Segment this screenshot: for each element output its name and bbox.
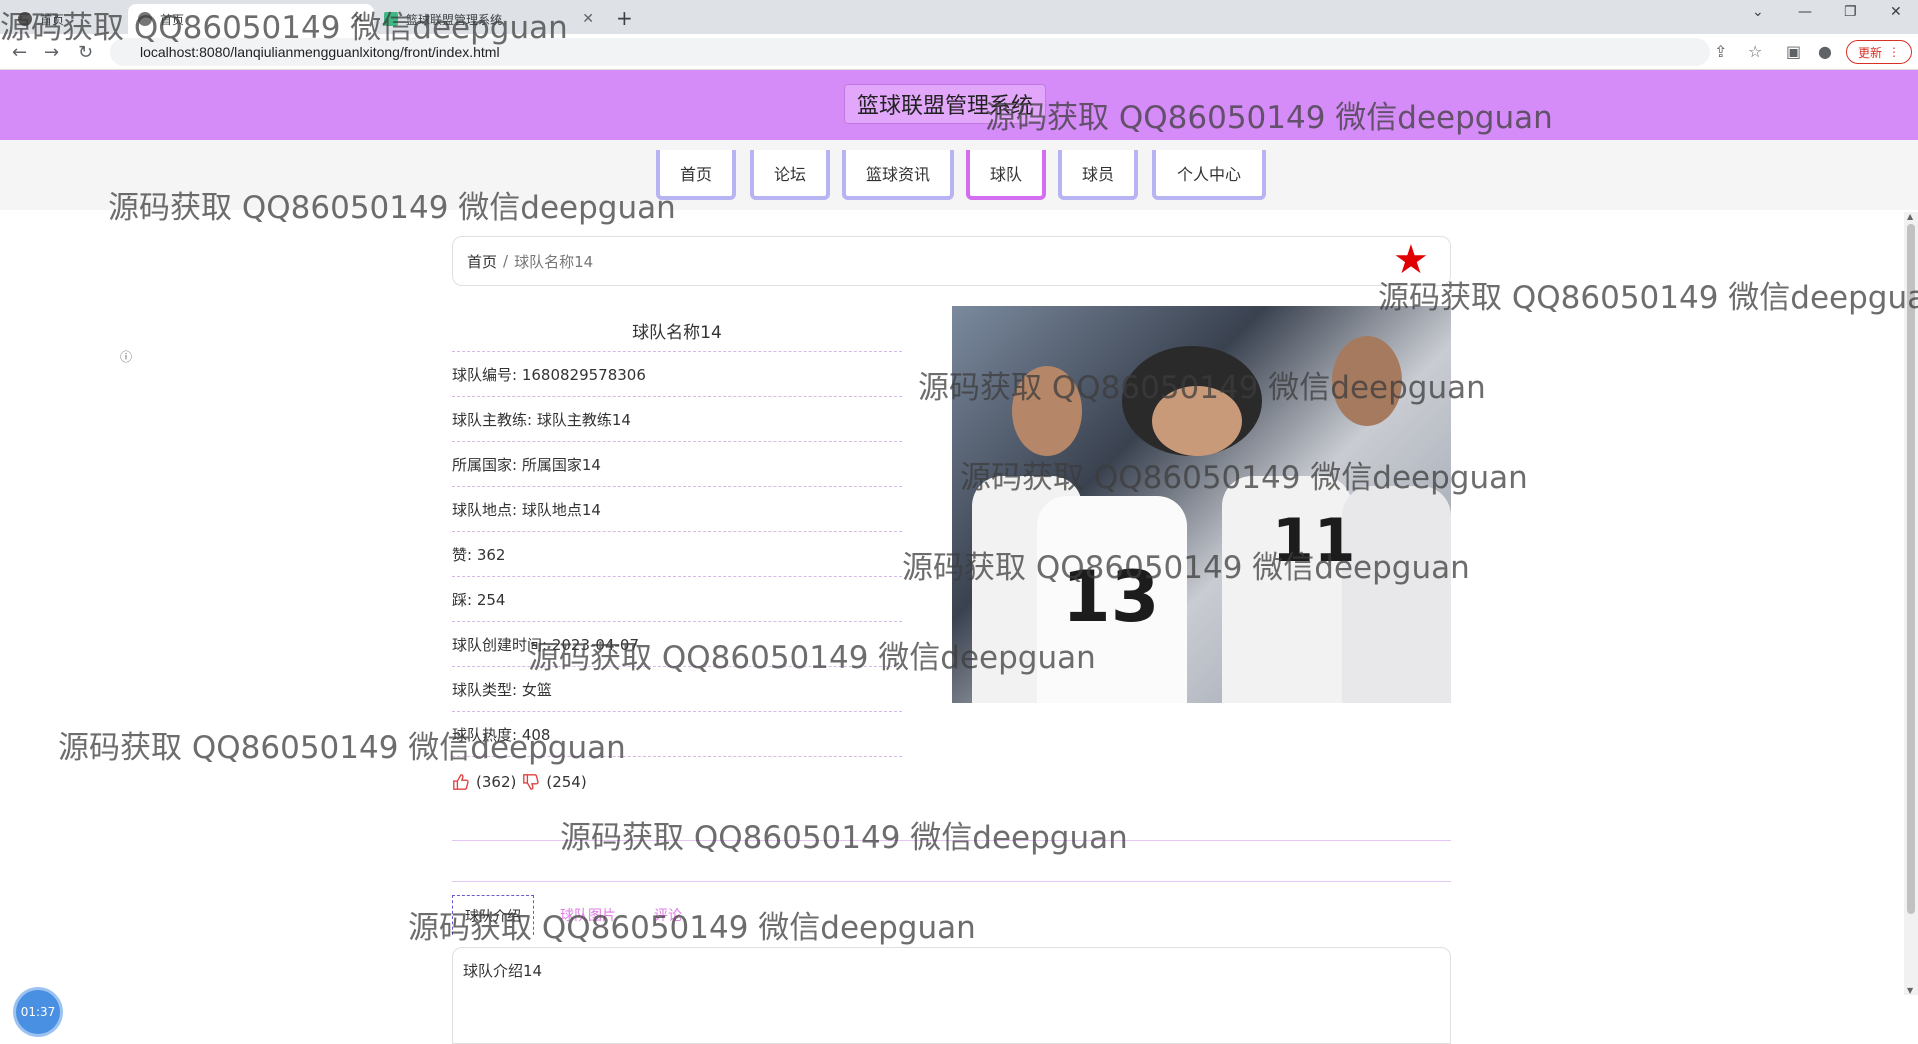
reload-icon[interactable]: ↻ <box>78 42 93 63</box>
site-title: 篮球联盟管理系统 <box>844 84 1047 124</box>
recording-timer: 01:37 <box>16 990 60 1034</box>
thumbs-up-icon[interactable] <box>452 773 470 791</box>
photo-detail <box>1152 386 1242 456</box>
page-scrollbar[interactable]: ▲ ▼ <box>1904 212 1918 995</box>
address-bar-row: ← → ↻ ⓘ localhost:8080/lanqiulianmenggua… <box>0 34 1918 364</box>
team-field-created: 球队创建时间: 2023-04-07 <box>452 622 902 667</box>
watermark-text: 源码获取 QQ86050149 微信deepguan <box>560 820 1128 856</box>
tab-team-intro[interactable]: 球队介绍 <box>452 895 534 935</box>
divider <box>452 840 1451 841</box>
new-tab-button[interactable]: + <box>616 6 633 30</box>
team-field-likes: 赞: 362 <box>452 532 902 577</box>
dislike-count: (254) <box>546 773 587 791</box>
browser-tab-3[interactable]: 篮球联盟管理系统 ✕ <box>374 4 604 34</box>
close-icon[interactable]: ✕ <box>582 11 594 27</box>
scroll-down-icon[interactable]: ▼ <box>1907 986 1913 995</box>
breadcrumb: 首页 / 球队名称14 <box>452 236 1451 286</box>
url-field[interactable]: ⓘ localhost:8080/lanqiulianmengguanlxito… <box>110 38 1710 364</box>
favorite-star-icon[interactable]: ★ <box>1393 240 1429 280</box>
side-panel-icon[interactable]: ▣ <box>1786 42 1801 61</box>
nav-item-profile[interactable]: 个人中心 <box>1152 150 1266 200</box>
team-field-dislikes: 踩: 254 <box>452 577 902 622</box>
breadcrumb-separator: / <box>503 252 509 270</box>
browser-tab-2[interactable]: 首页 ✕ <box>128 4 374 34</box>
team-field-id: 球队编号: 1680829578306 <box>452 352 902 397</box>
profile-icon[interactable]: ● <box>1818 42 1832 61</box>
team-field-type: 球队类型: 女篮 <box>452 667 902 712</box>
photo-player <box>1342 486 1451 703</box>
photo-detail <box>1012 366 1082 456</box>
update-button[interactable]: 更新 ⋮ <box>1846 40 1912 64</box>
breadcrumb-home[interactable]: 首页 <box>467 251 497 272</box>
thumbs-down-icon[interactable] <box>522 773 540 791</box>
browser-tab-strip: 首页 首页 ✕ 篮球联盟管理系统 ✕ + ⌄ — ❐ ✕ <box>0 0 1918 34</box>
breadcrumb-current: 球队名称14 <box>514 252 594 271</box>
team-field-country: 所属国家: 所属国家14 <box>452 442 902 487</box>
photo-detail <box>1332 336 1402 426</box>
minimize-icon[interactable]: — <box>1798 4 1812 20</box>
bookmark-star-icon[interactable]: ☆ <box>1748 42 1762 61</box>
watermark-text: 源码获取 QQ86050149 微信deepguan <box>1378 280 1918 316</box>
tab-comments[interactable]: 评论 <box>642 895 694 935</box>
share-icon[interactable]: ⇪ <box>1714 42 1727 61</box>
photo-detail: 13 <box>1062 556 1160 638</box>
team-photo: 13 11 <box>952 306 1451 703</box>
browser-tab-label: 首页 <box>40 12 65 27</box>
team-field-heat: 球队热度: 408 <box>452 712 902 757</box>
tab-team-images[interactable]: 球队图片 <box>548 895 628 935</box>
team-intro-text: 球队介绍14 <box>463 962 543 980</box>
nav-item-teams[interactable]: 球队 <box>966 150 1046 200</box>
team-intro-panel: 球队介绍14 <box>452 947 1451 1044</box>
divider <box>452 881 1451 882</box>
restore-icon[interactable]: ❐ <box>1844 4 1857 20</box>
nav-item-players[interactable]: 球员 <box>1058 150 1138 200</box>
close-window-icon[interactable]: ✕ <box>1890 4 1902 20</box>
globe-icon <box>18 12 32 26</box>
globe-icon <box>138 12 152 26</box>
nav-item-news[interactable]: 篮球资讯 <box>842 150 954 200</box>
chevron-down-icon[interactable]: ⌄ <box>1752 4 1764 20</box>
browser-tab-label: 篮球联盟管理系统 <box>406 12 503 27</box>
nav-item-forum[interactable]: 论坛 <box>750 150 830 200</box>
photo-detail: 11 <box>1272 506 1356 576</box>
team-field-location: 球队地点: 球队地点14 <box>452 487 902 532</box>
nav-item-home[interactable]: 首页 <box>656 150 736 200</box>
update-label: 更新 <box>1857 45 1882 60</box>
team-field-coach: 球队主教练: 球队主教练14 <box>452 397 902 442</box>
more-icon: ⋮ <box>1888 45 1900 59</box>
scroll-up-icon[interactable]: ▲ <box>1907 212 1913 221</box>
site-header: 篮球联盟管理系统 <box>0 70 1918 140</box>
browser-tab-1[interactable]: 首页 <box>8 4 128 34</box>
browser-tab-label: 首页 <box>160 12 185 27</box>
detail-tabs: 球队介绍 球队图片 评论 <box>452 893 952 935</box>
team-title: 球队名称14 <box>452 310 902 352</box>
like-count: (362) <box>476 773 517 791</box>
url-text: localhost:8080/lanqiulianmengguanlxitong… <box>140 44 500 60</box>
team-info: 球队名称14 球队编号: 1680829578306 球队主教练: 球队主教练1… <box>452 310 902 807</box>
vue-icon <box>384 12 398 26</box>
main-nav: 首页 论坛 篮球资讯 球队 球员 个人中心 <box>0 140 1918 210</box>
scrollbar-thumb[interactable] <box>1907 224 1915 914</box>
forward-icon[interactable]: → <box>44 42 59 63</box>
vote-row: (362) (254) <box>452 757 902 807</box>
close-icon[interactable]: ✕ <box>352 11 364 27</box>
back-icon[interactable]: ← <box>12 42 27 63</box>
